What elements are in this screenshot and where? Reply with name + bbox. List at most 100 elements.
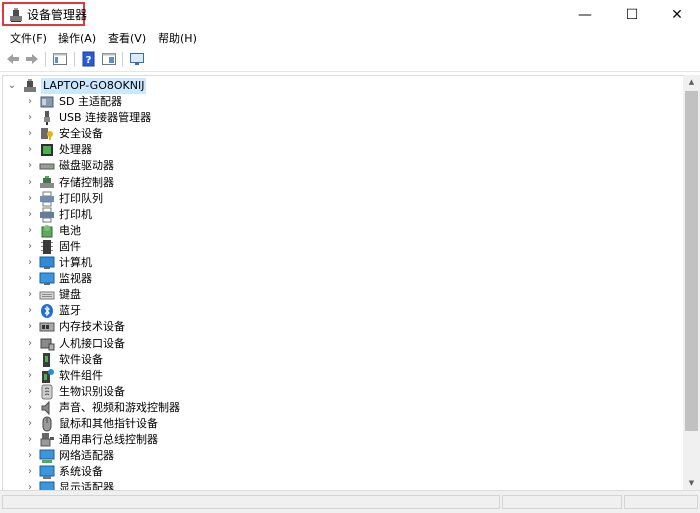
tree-node-label[interactable]: 电池 [59,223,81,239]
scroll-down-icon[interactable]: ▼ [683,476,700,490]
menu-file[interactable]: 文件(F) [10,31,47,47]
chevron-right-icon[interactable]: › [25,111,35,125]
chevron-right-icon[interactable]: › [25,320,35,334]
tree-node-label[interactable]: 软件组件 [59,368,103,384]
tree-node[interactable]: › 处理器 [3,142,673,158]
chevron-right-icon[interactable]: › [25,208,35,222]
tree-node[interactable]: › 网络适配器 [3,448,673,464]
chevron-right-icon[interactable]: › [25,337,35,351]
tree-node[interactable]: › 固件 [3,239,673,255]
tree-node-label[interactable]: 软件设备 [59,352,103,368]
monitor-icon[interactable] [129,51,145,67]
vertical-scrollbar[interactable]: ▲ ▼ [683,75,700,490]
chevron-right-icon[interactable]: › [25,304,35,318]
chevron-right-icon[interactable]: › [25,385,35,399]
menu-view[interactable]: 查看(V) [108,31,146,47]
chevron-right-icon[interactable]: › [25,240,35,254]
status-bar-pane [2,495,500,509]
forward-arrow-icon[interactable] [24,51,40,67]
tree-node-label[interactable]: 打印队列 [59,191,103,207]
tree-node-label[interactable]: 打印机 [59,207,92,223]
chevron-right-icon[interactable]: › [25,433,35,447]
tree-node-label[interactable]: 磁盘驱动器 [59,158,114,174]
chevron-right-icon[interactable]: › [25,95,35,109]
help-icon[interactable]: ? [81,51,97,67]
chevron-right-icon[interactable]: › [25,176,35,190]
status-bar [0,490,700,513]
tree-node[interactable]: › 软件组件 [3,368,673,384]
tree-node[interactable]: › 人机接口设备 [3,336,673,352]
chevron-right-icon[interactable]: › [25,272,35,286]
tree-node[interactable]: › USB 连接器管理器 [3,110,673,126]
device-tree[interactable]: ⌄ LAPTOP-GO8OKNIJ › SD 主适配器 › USB 连接器管理器 › 安全… [2,75,684,492]
device-manager-app-icon [10,8,22,22]
tree-root-label[interactable]: LAPTOP-GO8OKNIJ [41,78,147,94]
tree-node[interactable]: › 安全设备 [3,126,673,142]
mouse-icon [42,416,52,432]
tree-root[interactable]: ⌄ LAPTOP-GO8OKNIJ [3,78,673,94]
tree-node[interactable]: › 打印机 [3,207,673,223]
tree-node[interactable]: › 鼠标和其他指针设备 [3,416,673,432]
tree-node-label[interactable]: 通用串行总线控制器 [59,432,158,448]
memory-device-icon [39,322,55,332]
tree-node[interactable]: › 磁盘驱动器 [3,158,673,174]
tree-node-label[interactable]: 网络适配器 [59,448,114,464]
tree-node-label[interactable]: 蓝牙 [59,303,81,319]
tree-node-label[interactable]: 固件 [59,239,81,255]
tree-node-label[interactable]: 键盘 [59,287,81,303]
chevron-right-icon[interactable]: › [25,353,35,367]
chevron-right-icon[interactable]: › [25,417,35,431]
tree-node[interactable]: › 软件设备 [3,352,673,368]
chevron-right-icon[interactable]: › [25,143,35,157]
tree-node-label[interactable]: 声音、视频和游戏控制器 [59,400,180,416]
tree-node-label[interactable]: 生物识别设备 [59,384,125,400]
close-button[interactable]: ✕ [654,0,700,30]
tree-node[interactable]: › 内存技术设备 [3,319,673,335]
tree-node-label[interactable]: 处理器 [59,142,92,158]
tree-node[interactable]: › 系统设备 [3,464,673,480]
toolbar-separator [45,52,46,67]
tree-node-label[interactable]: 存储控制器 [59,175,114,191]
tree-node-label[interactable]: 计算机 [59,255,92,271]
chevron-down-icon[interactable]: ⌄ [7,79,17,93]
tree-node[interactable]: › 计算机 [3,255,673,271]
chevron-right-icon[interactable]: › [25,369,35,383]
tree-node[interactable]: › 声音、视频和游戏控制器 [3,400,673,416]
properties-icon[interactable] [52,51,68,67]
scroll-thumb[interactable] [685,91,698,431]
tree-node[interactable]: › 打印队列 [3,191,673,207]
chevron-right-icon[interactable]: › [25,401,35,415]
tree-node[interactable]: › SD 主适配器 [3,94,673,110]
back-arrow-icon[interactable] [5,51,21,67]
chevron-right-icon[interactable]: › [25,159,35,173]
tree-node-label[interactable]: 鼠标和其他指针设备 [59,416,158,432]
menu-action[interactable]: 操作(A) [58,31,96,47]
chevron-right-icon[interactable]: › [25,192,35,206]
chevron-right-icon[interactable]: › [25,224,35,238]
menu-help[interactable]: 帮助(H) [158,31,197,47]
tree-node[interactable]: › 监视器 [3,271,673,287]
tree-node[interactable]: › 键盘 [3,287,673,303]
minimize-button[interactable]: — [562,0,608,30]
tree-node[interactable]: › 电池 [3,223,673,239]
maximize-button[interactable]: ☐ [609,0,655,30]
view-icon[interactable] [101,51,117,67]
tree-node-label[interactable]: 系统设备 [59,464,103,480]
chevron-right-icon[interactable]: › [25,256,35,270]
tree-node-label[interactable]: 内存技术设备 [59,319,125,335]
chevron-right-icon[interactable]: › [25,127,35,141]
tree-node[interactable]: › 生物识别设备 [3,384,673,400]
tree-node[interactable]: › 蓝牙 [3,303,673,319]
chevron-right-icon[interactable]: › [25,465,35,479]
tree-node-label[interactable]: USB 连接器管理器 [59,110,151,126]
chevron-right-icon[interactable]: › [25,449,35,463]
tree-node-label[interactable]: SD 主适配器 [59,94,122,110]
tree-node-label[interactable]: 安全设备 [59,126,103,142]
tree-node-label[interactable]: 监视器 [59,271,92,287]
tree-node-label[interactable]: 人机接口设备 [59,336,125,352]
chevron-right-icon[interactable]: › [25,288,35,302]
toolbar-separator [122,52,123,67]
scroll-up-icon[interactable]: ▲ [683,75,700,89]
tree-node[interactable]: › 通用串行总线控制器 [3,432,673,448]
tree-node[interactable]: › 存储控制器 [3,175,673,191]
